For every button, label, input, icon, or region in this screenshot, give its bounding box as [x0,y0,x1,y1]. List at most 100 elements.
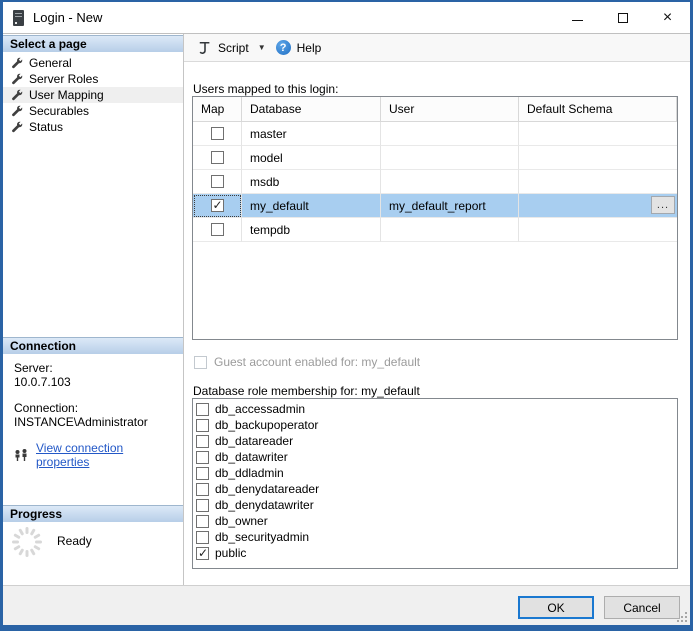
default-schema-cell[interactable] [519,146,677,170]
user-cell[interactable] [381,170,519,194]
login-new-dialog: Login - New × Select a page General Serv… [0,0,693,631]
role-checkbox[interactable] [196,499,209,512]
role-label: db_denydatareader [215,482,319,496]
users-mapped-label: Users mapped to this login: [193,82,338,96]
sidebar-item-server-roles[interactable]: Server Roles [3,71,183,87]
close-button[interactable]: × [645,2,690,33]
default-schema-cell[interactable] [519,218,677,242]
script-label: Script [218,41,249,55]
user-cell[interactable] [381,122,519,146]
role-checkbox[interactable] [196,515,209,528]
role-item[interactable]: db_owner [196,513,677,529]
wrench-icon [11,89,23,101]
role-label: db_datawriter [215,450,288,464]
role-label: db_backupoperator [215,418,318,432]
role-item[interactable]: db_denydatareader [196,481,677,497]
database-cell: msdb [242,170,381,194]
minimize-button[interactable] [555,2,600,33]
map-checkbox[interactable] [211,175,224,188]
database-cell: model [242,146,381,170]
connection-info: Server: 10.0.7.103 Connection: INSTANCE\… [14,361,177,469]
column-header-user: User [381,97,519,122]
wrench-icon [11,73,23,85]
map-checkbox[interactable] [211,127,224,140]
select-a-page-header: Select a page [3,35,183,52]
role-checkbox[interactable] [196,451,209,464]
role-label: db_denydatawriter [215,498,314,512]
title-bar: Login - New × [3,2,690,34]
map-checkbox[interactable] [211,223,224,236]
map-checkbox[interactable] [211,151,224,164]
map-checkbox[interactable] [211,199,224,212]
view-connection-properties-link[interactable]: View connection properties [36,441,177,469]
role-checkbox[interactable] [196,531,209,544]
role-item[interactable]: db_accessadmin [196,401,677,417]
help-button[interactable]: ? Help [271,37,327,58]
table-row-msdb[interactable]: msdb [193,170,677,194]
role-item[interactable]: db_datareader [196,433,677,449]
role-item[interactable]: db_datawriter [196,449,677,465]
role-label: db_securityadmin [215,530,309,544]
role-checkbox[interactable] [196,419,209,432]
role-checkbox[interactable] [196,467,209,480]
sidebar-item-label: Securables [29,104,89,118]
guest-account-label: Guest account enabled for: my_default [214,355,420,369]
role-checkbox[interactable] [196,435,209,448]
database-cell: my_default [242,194,381,218]
default-schema-cell[interactable]: ... [519,194,677,218]
table-row-model[interactable]: model [193,146,677,170]
default-schema-cell[interactable] [519,122,677,146]
main-panel: Script ▼ ? Help Users mapped to this log… [184,34,690,585]
column-header-database: Database [242,97,381,122]
chevron-down-icon[interactable]: ▼ [258,43,266,52]
help-label: Help [297,41,322,55]
browse-schema-button[interactable]: ... [651,196,675,214]
user-cell[interactable] [381,146,519,170]
guest-account-row: Guest account enabled for: my_default [194,355,420,369]
database-cell: tempdb [242,218,381,242]
role-label: db_accessadmin [215,402,305,416]
role-item[interactable]: db_ddladmin [196,465,677,481]
role-item[interactable]: public [196,545,677,561]
role-checkbox[interactable] [196,483,209,496]
wrench-icon [11,57,23,69]
maximize-button[interactable] [600,2,645,33]
user-cell[interactable] [381,218,519,242]
column-header-default-schema: Default Schema [519,97,677,122]
login-icon [13,10,24,26]
sidebar-item-securables[interactable]: Securables [3,103,183,119]
user-cell[interactable]: my_default_report [381,194,519,218]
role-checkbox[interactable] [196,403,209,416]
database-cell: master [242,122,381,146]
page-list: General Server Roles User Mapping Secura… [3,55,183,135]
connection-header: Connection [3,337,183,354]
user-mapping-table: Map Database User Default Schema master … [192,96,678,340]
table-row-master[interactable]: master [193,122,677,146]
default-schema-cell[interactable] [519,170,677,194]
sidebar-item-label: User Mapping [29,88,104,102]
window-title: Login - New [33,10,102,25]
role-item[interactable]: db_denydatawriter [196,497,677,513]
wrench-icon [11,121,23,133]
sidebar-item-general[interactable]: General [3,55,183,71]
sidebar-item-user-mapping[interactable]: User Mapping [3,87,183,103]
sidebar-item-status[interactable]: Status [3,119,183,135]
table-row-my-default[interactable]: my_default my_default_report ... [193,194,677,218]
ok-button[interactable]: OK [518,596,594,619]
progress-header: Progress [3,505,183,522]
role-item[interactable]: db_securityadmin [196,529,677,545]
progress-status: Ready [11,526,92,558]
window-controls: × [555,2,690,33]
cancel-button[interactable]: Cancel [604,596,680,619]
table-header-row: Map Database User Default Schema [193,97,677,122]
role-item[interactable]: db_backupoperator [196,417,677,433]
wrench-icon [11,105,23,117]
script-button[interactable]: Script ▼ [193,38,271,58]
resize-grip[interactable] [677,612,688,623]
table-row-tempdb[interactable]: tempdb [193,218,677,242]
role-checkbox[interactable] [196,547,209,560]
database-role-list: db_accessadmin db_backupoperator db_data… [192,398,678,569]
role-label: db_datareader [215,434,293,448]
script-icon [198,41,212,55]
help-icon: ? [276,40,291,55]
